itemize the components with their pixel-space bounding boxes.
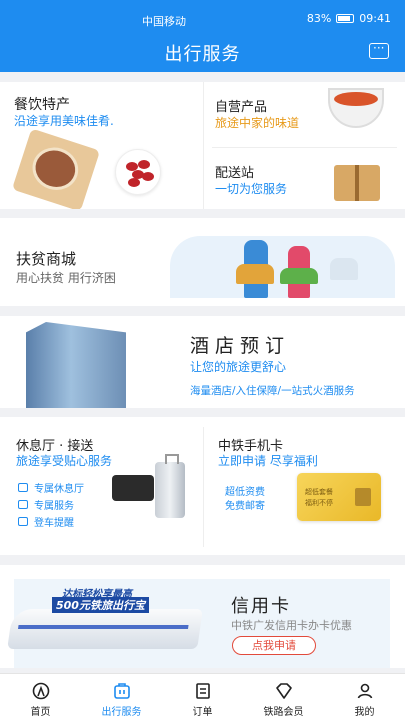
hotel-building-image — [26, 322, 126, 408]
red-dates-image — [115, 149, 161, 195]
promo-highlight: 500元铁旅出行宝 — [52, 597, 149, 613]
hotel-info: 海量酒店/入住保障/一站式火酒服务 — [190, 385, 355, 397]
suitcase-image — [155, 454, 185, 518]
order-icon — [195, 683, 210, 699]
chat-bubble-icon[interactable] — [369, 41, 389, 59]
divider — [203, 427, 204, 547]
speaker-icon — [18, 517, 28, 526]
person-icon — [357, 683, 372, 699]
hotel-subtitle: 让您的旅途更舒心 — [190, 360, 287, 374]
house-sketch — [330, 258, 358, 280]
noodle-bowl-image — [328, 88, 384, 128]
parcel-box-image — [334, 165, 380, 201]
tab-profile[interactable]: 我的 — [324, 674, 405, 720]
mall-subtitle: 用心扶贫 用行济困 — [16, 271, 116, 285]
briefcase-icon — [113, 683, 130, 699]
tab-label: 我的 — [354, 707, 375, 718]
credit-card-banner[interactable]: 达标轻松享最高 500元铁旅出行宝 信用卡 中铁广发信用卡办卡优惠 点我申请 — [0, 565, 405, 668]
bottom-tab-bar: 首页 出行服务 订单 铁路会员 我的 — [0, 673, 405, 720]
hotel-title: 酒店预订 — [190, 335, 291, 357]
sofa-image — [112, 475, 154, 501]
food-section: 餐饮特产 沿途享用美味佳肴. 自营产品 旅途中家的味道 配送站 一切为您服务 — [0, 82, 405, 209]
lounge-item: 专属休息厅 — [18, 480, 84, 495]
divider — [203, 82, 204, 209]
sim-chip-icon — [355, 488, 371, 506]
own-products-subtitle: 旅途中家的味道 — [215, 116, 300, 130]
tab-home[interactable]: 首页 — [0, 674, 81, 720]
home-icon — [32, 682, 49, 700]
tab-orders[interactable]: 订单 — [162, 674, 243, 720]
page-title: 出行服务 — [164, 44, 241, 65]
divider — [212, 147, 397, 148]
headset-icon — [18, 483, 28, 492]
tab-label: 首页 — [30, 707, 51, 718]
carrier-label: 中国移动 — [142, 15, 186, 28]
sim-item: 超低资费 — [225, 487, 265, 498]
porridge-image — [11, 128, 101, 209]
credit-subtitle: 中铁广发信用卡办卡优惠 — [231, 619, 352, 632]
chat-icon — [18, 500, 28, 509]
battery-percent: 83% — [306, 12, 332, 25]
tab-label: 订单 — [192, 707, 213, 718]
catering-subtitle: 沿途享用美味佳肴. — [14, 114, 114, 128]
sim-subtitle: 立即申请 尽享福利 — [218, 454, 318, 468]
status-icons: 83% 09:41 — [307, 12, 391, 25]
vegetable-basket — [280, 268, 318, 284]
clock: 09:41 — [359, 12, 391, 25]
apply-button[interactable]: 点我申请 — [232, 636, 316, 655]
hotel-banner[interactable]: 酒店预订 让您的旅途更舒心 海量酒店/入住保障/一站式火酒服务 — [0, 316, 405, 408]
mall-banner[interactable]: 扶贫商城 用心扶贫 用行济困 — [0, 218, 405, 306]
tab-travel-services[interactable]: 出行服务 — [81, 674, 162, 720]
tab-label: 出行服务 — [101, 707, 142, 718]
sim-card-image: 超低套餐 福利不停 — [297, 473, 381, 521]
sim-item: 免费邮寄 — [225, 501, 265, 512]
lounge-item: 登车提醒 — [18, 514, 74, 529]
services-row: 休息厅 · 接送 旅途享受贴心服务 专属休息厅 专属服务 登车提醒 中铁手机卡 … — [0, 417, 405, 555]
produce-basket — [236, 264, 274, 284]
farmers-illustration — [170, 236, 395, 298]
delivery-title: 配送站 — [215, 166, 255, 181]
status-bar: 中国移动 83% 09:41 — [0, 0, 405, 34]
delivery-subtitle: 一切为您服务 — [215, 182, 288, 196]
tab-membership[interactable]: 铁路会员 — [243, 674, 324, 720]
credit-title: 信用卡 — [231, 596, 291, 617]
lounge-subtitle: 旅途享受贴心服务 — [16, 454, 113, 468]
own-products-title: 自营产品 — [215, 100, 268, 115]
lounge-item: 专属服务 — [18, 497, 74, 512]
diamond-icon — [275, 683, 292, 699]
header: 中国移动 83% 09:41 出行服务 — [0, 0, 405, 72]
catering-title: 餐饮特产 — [14, 97, 70, 113]
mall-title: 扶贫商城 — [16, 250, 77, 268]
train-image — [7, 609, 203, 649]
tab-label: 铁路会员 — [263, 707, 304, 718]
battery-icon — [336, 14, 355, 23]
